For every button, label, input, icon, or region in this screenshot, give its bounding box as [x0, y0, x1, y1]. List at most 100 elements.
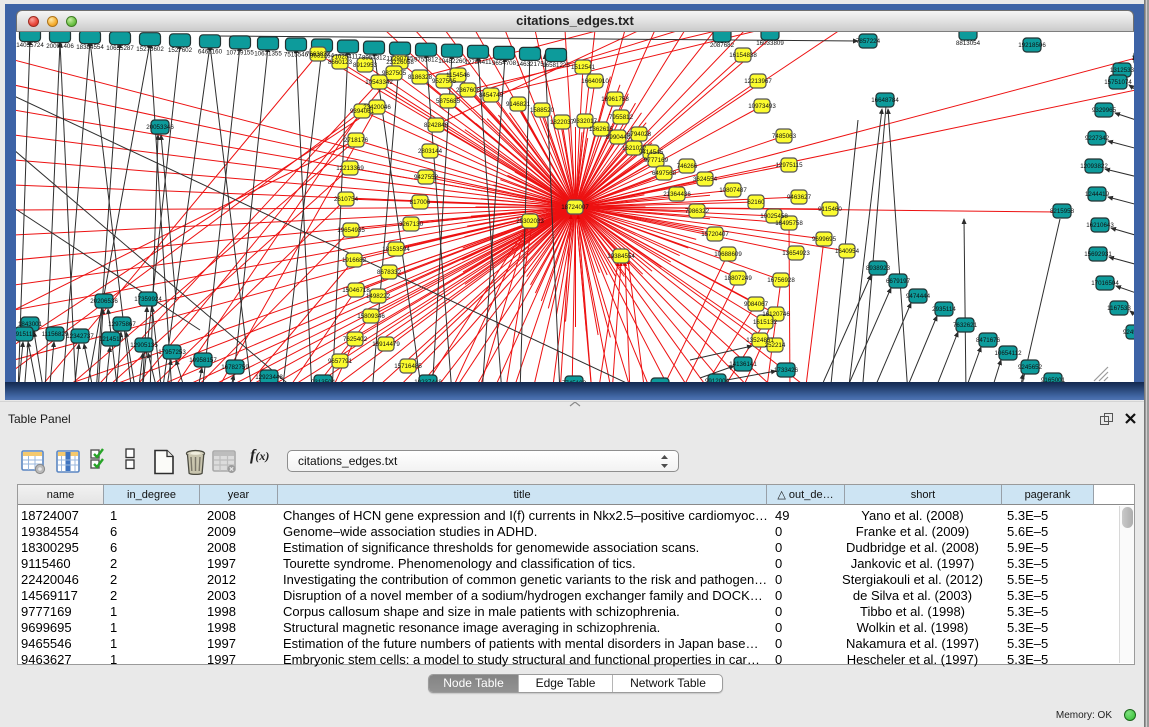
svg-text:7515546: 7515546 — [284, 52, 309, 59]
svg-text:12923448: 12923448 — [255, 374, 283, 381]
svg-text:15720407: 15720407 — [701, 231, 729, 238]
svg-text:17016504: 17016504 — [1091, 280, 1119, 287]
svg-text:1362615: 1362615 — [589, 126, 614, 133]
svg-text:15273602: 15273602 — [136, 46, 164, 53]
svg-text:25302033: 25302033 — [516, 218, 544, 225]
svg-text:17957253: 17957253 — [158, 349, 186, 356]
svg-text:7485063: 7485063 — [772, 133, 797, 140]
svg-text:2367608: 2367608 — [456, 87, 481, 94]
svg-text:15692931: 15692931 — [1084, 251, 1112, 258]
svg-text:10543342: 10543342 — [365, 79, 393, 86]
svg-text:8678332: 8678332 — [377, 269, 402, 276]
svg-text:12213967: 12213967 — [744, 78, 772, 85]
svg-text:2610754: 2610754 — [334, 196, 359, 203]
svg-text:8454749: 8454749 — [479, 92, 504, 99]
svg-text:16782759: 16782759 — [221, 364, 249, 371]
svg-text:9115460: 9115460 — [818, 206, 842, 213]
svg-text:9146821: 9146821 — [506, 101, 531, 108]
svg-text:6679197: 6679197 — [886, 278, 911, 285]
svg-text:12213369: 12213369 — [336, 165, 364, 172]
svg-text:252214: 252214 — [765, 342, 786, 349]
svg-text:23226058: 23226058 — [386, 59, 414, 66]
svg-text:9755812: 9755812 — [414, 57, 439, 64]
svg-text:10807487: 10807487 — [719, 187, 747, 194]
svg-text:16120746: 16120746 — [762, 311, 790, 318]
svg-text:17359924: 17359924 — [134, 296, 162, 303]
svg-text:20091406: 20091406 — [46, 43, 74, 50]
svg-text:12905135: 12905135 — [130, 342, 158, 349]
svg-text:18807249: 18807249 — [724, 275, 752, 282]
svg-text:9245212: 9245212 — [1123, 329, 1134, 336]
svg-text:8660123: 8660123 — [328, 59, 353, 66]
svg-text:9329965: 9329965 — [1092, 107, 1117, 114]
svg-text:10025458: 10025458 — [760, 213, 788, 220]
svg-text:16640910: 16640910 — [581, 78, 609, 85]
svg-text:7625402: 7625402 — [343, 336, 368, 343]
svg-text:12342737: 12342737 — [66, 333, 94, 340]
svg-text:16961758: 16961758 — [601, 96, 629, 103]
svg-text:7663822: 7663822 — [306, 51, 331, 58]
svg-text:817006: 817006 — [410, 199, 431, 206]
svg-text:1512541: 1512541 — [571, 64, 596, 71]
svg-text:8954312: 8954312 — [362, 55, 387, 62]
svg-text:16756928: 16756928 — [767, 277, 795, 284]
svg-text:8242848: 8242848 — [424, 122, 449, 129]
svg-text:2935114: 2935114 — [932, 306, 956, 313]
svg-text:1112405: 1112405 — [1131, 55, 1134, 62]
svg-text:1498222: 1498222 — [366, 293, 391, 300]
svg-text:1527602: 1527602 — [168, 47, 193, 54]
svg-text:9657791: 9657791 — [328, 358, 353, 365]
svg-text:9474444: 9474444 — [906, 293, 931, 300]
svg-text:16581225: 16581225 — [542, 62, 570, 69]
svg-text:3624554: 3624554 — [693, 176, 718, 183]
svg-text:9332017: 9332017 — [573, 118, 598, 125]
svg-text:1214519: 1214519 — [99, 336, 124, 343]
svg-text:2718176: 2718176 — [344, 137, 369, 144]
svg-text:18495758: 18495758 — [775, 220, 803, 227]
svg-text:7986322: 7986322 — [685, 208, 710, 215]
svg-text:5875685: 5875685 — [436, 98, 461, 105]
svg-text:15751074: 15751074 — [1104, 79, 1132, 86]
svg-text:3915113: 3915113 — [16, 331, 36, 338]
svg-text:2087682: 2087682 — [710, 42, 735, 49]
svg-text:6497568: 6497568 — [652, 170, 677, 177]
svg-text:10482260: 10482260 — [438, 58, 466, 65]
svg-text:9084067: 9084067 — [744, 301, 769, 308]
svg-text:19218506: 19218506 — [1018, 42, 1046, 49]
svg-text:11156829: 11156829 — [42, 331, 69, 338]
svg-text:6794028: 6794028 — [627, 131, 652, 138]
svg-text:10973493: 10973493 — [748, 103, 776, 110]
svg-text:1588520: 1588520 — [530, 107, 555, 114]
svg-text:10655287: 10655287 — [106, 45, 134, 52]
svg-text:3267130: 3267130 — [399, 221, 424, 228]
svg-text:9427552: 9427552 — [414, 174, 439, 181]
svg-text:14632175: 14632175 — [516, 61, 544, 68]
svg-text:15809346: 15809346 — [357, 313, 385, 320]
svg-text:2803144: 2803144 — [418, 148, 443, 155]
svg-text:1615132: 1615132 — [753, 319, 778, 326]
svg-text:1640954: 1640954 — [835, 248, 860, 255]
svg-text:12093822: 12093822 — [1080, 163, 1108, 170]
svg-text:18153594: 18153594 — [382, 246, 410, 253]
svg-text:18384554: 18384554 — [76, 44, 104, 51]
svg-text:14136141: 14136141 — [729, 361, 757, 368]
svg-text:12754411: 12754411 — [464, 59, 492, 66]
svg-text:10958157: 10958157 — [189, 357, 217, 364]
svg-text:9654708: 9654708 — [492, 60, 517, 67]
svg-text:16210643: 16210643 — [1086, 222, 1114, 229]
svg-text:13654923: 13654923 — [782, 250, 810, 257]
svg-text:20053346: 20053346 — [146, 124, 174, 131]
svg-text:10654112: 10654112 — [994, 350, 1022, 357]
svg-text:1312533: 1312533 — [1110, 67, 1134, 74]
svg-text:8938923: 8938923 — [866, 265, 891, 272]
svg-text:21364436: 21364436 — [663, 191, 691, 198]
svg-text:9227342: 9227342 — [1085, 135, 1110, 142]
svg-text:9699695: 9699695 — [812, 236, 837, 243]
svg-text:7632621: 7632621 — [953, 322, 978, 329]
svg-text:8215958: 8215958 — [1050, 208, 1075, 215]
svg-text:9827505: 9827505 — [382, 70, 407, 77]
svg-text:1244419: 1244419 — [1085, 191, 1110, 198]
svg-text:14055724: 14055724 — [16, 42, 44, 49]
svg-text:1916682: 1916682 — [342, 257, 367, 264]
svg-text:9414545: 9414545 — [639, 149, 664, 156]
